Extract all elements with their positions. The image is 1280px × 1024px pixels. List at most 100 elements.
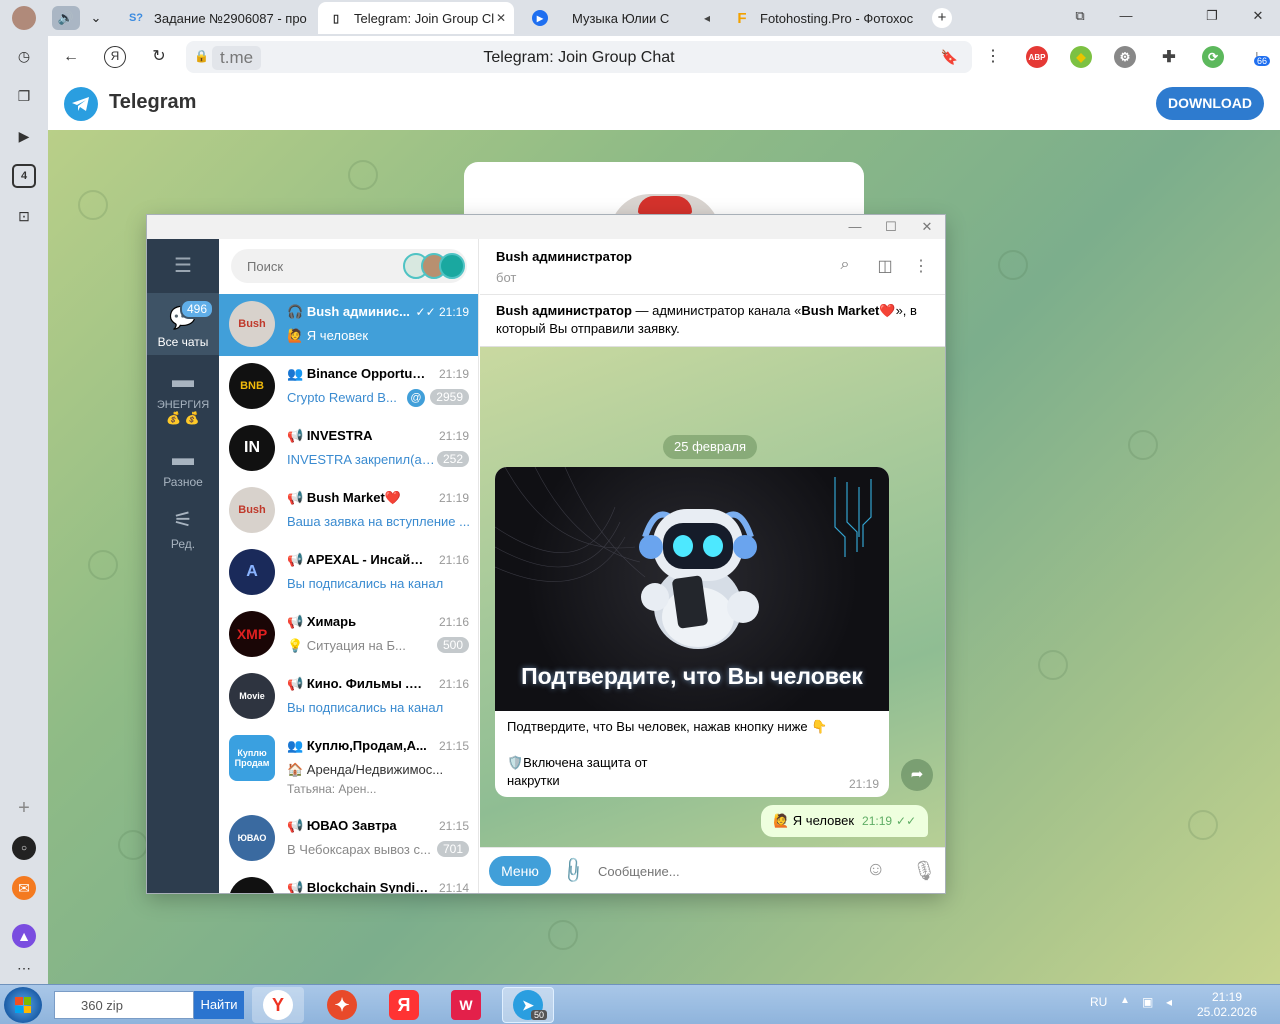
chat-time: 21:19 <box>438 367 469 381</box>
chat-title: Bush администратор <box>496 249 632 264</box>
media-icon[interactable]: ▶ <box>12 124 36 148</box>
assistant-icon[interactable]: ▲ <box>12 924 36 948</box>
tray-clock[interactable]: 21:19 25.02.2026 <box>1196 990 1258 1020</box>
tg-web-header: Telegram DOWNLOAD <box>48 78 1280 130</box>
network-icon[interactable]: ▣ <box>1142 995 1153 1009</box>
collections-icon[interactable]: ❐ <box>12 84 36 108</box>
folder-icon: ▬ <box>172 445 194 470</box>
chat-row[interactable]: ЮВАО 📢 ЮВАО Завтра 21:15 В Чебоксарах вы… <box>219 808 478 870</box>
chat-preview: INVESTRA закрепил(а)... <box>287 452 435 467</box>
robot-image[interactable]: Подтвердите, что Вы человек <box>495 467 889 711</box>
tab-zadanie[interactable]: S? Задание №2906087 - про <box>118 2 316 34</box>
restore-icon[interactable]: ❐ <box>1202 8 1222 28</box>
close-icon[interactable]: ✕ <box>915 217 939 237</box>
add-icon[interactable]: + <box>12 796 36 820</box>
chat-list: Bush 🎧 Bush админис... ✓✓ 21:19 🙋 Я чело… <box>219 239 479 893</box>
chat-row[interactable]: A 📢 APEXAL - Инсайдер 21:16 Вы подписали… <box>219 542 478 604</box>
tab-label: Задание №2906087 - про <box>154 10 307 26</box>
screenshot-icon[interactable]: ⊡ <box>12 204 36 228</box>
tabs-dropdown[interactable]: ⌄ <box>82 6 110 30</box>
chat-row[interactable]: IN 📢 INVESTRA 21:19 INVESTRA закрепил(а)… <box>219 418 478 480</box>
menu-kebab-icon[interactable]: ⋮ <box>982 46 1004 68</box>
reload-icon[interactable]: ↻ <box>148 46 170 68</box>
chat-time: 21:15 <box>438 739 469 753</box>
volume-icon[interactable]: ◂ <box>1166 995 1172 1009</box>
chat-time: 21:16 <box>438 677 469 691</box>
chat-row[interactable]: XMP 📢 Химарь 21:16 💡 Ситуация на Б... 50… <box>219 604 478 666</box>
taskbar-search-button[interactable]: Найти <box>194 991 244 1019</box>
address-bar[interactable]: 🔒 t.me Telegram: Join Group Chat 🔖 <box>186 41 972 73</box>
tab-telegram[interactable]: ▯ Telegram: Join Group Cl ✕ <box>318 2 514 34</box>
microphone-icon[interactable]: 🎙 <box>912 859 936 883</box>
more-icon[interactable]: ⋮ <box>910 256 932 278</box>
sound-toggle[interactable]: 🔊 <box>52 6 80 30</box>
search-icon[interactable]: ⌕ <box>834 256 856 278</box>
alice-icon[interactable]: ○ <box>12 836 36 860</box>
chat-header[interactable]: Bush администратор бот ⌕ ◫ ⋮ <box>480 239 945 295</box>
counter-icon[interactable]: 4 <box>12 164 36 188</box>
download-button[interactable]: DOWNLOAD <box>1156 87 1264 120</box>
chat-row[interactable]: Bush 🎧 Bush админис... ✓✓ 21:19 🙋 Я чело… <box>219 294 478 356</box>
extension-sync-icon[interactable]: ⟳ <box>1202 46 1224 68</box>
close-window-icon[interactable]: ✕ <box>1248 8 1268 28</box>
doodle-pattern <box>348 160 378 190</box>
tab-manager-icon[interactable]: ⧉ <box>1070 8 1090 28</box>
emoji-icon[interactable]: ☺ <box>866 859 885 881</box>
tab-label: Музыка Юлии С <box>572 10 670 26</box>
tab-fotohosting[interactable]: F Fotohosting.Pro - Фотохос <box>724 2 914 34</box>
language-indicator[interactable]: RU <box>1090 995 1107 1009</box>
wildberries-taskbar-icon[interactable]: W <box>440 987 492 1023</box>
yandex-icon[interactable]: Я <box>104 46 126 68</box>
bird-app-taskbar-icon[interactable]: ✦ <box>316 987 368 1023</box>
tab-bar: 🔊 ⌄ S? Задание №2906087 - про ▯ Telegram… <box>48 0 1280 36</box>
message-input[interactable] <box>598 858 848 884</box>
folder-misc[interactable]: ▬ Разное <box>147 445 219 489</box>
page-icon: ▯ <box>332 12 340 25</box>
folder-energy[interactable]: ▬ ЭНЕРГИЯ 💰 💰 <box>147 367 219 425</box>
forward-icon[interactable]: ➦ <box>901 759 933 791</box>
chat-pane: Bush администратор бот ⌕ ◫ ⋮ Bush админи… <box>480 239 945 893</box>
profile-avatar[interactable] <box>12 6 36 30</box>
yandex-taskbar-icon[interactable]: Я <box>378 987 430 1023</box>
chat-preview: В Чебоксарах вывоз с... <box>287 842 431 857</box>
tab-music[interactable]: ▶ Музыка Юлии С ◂ <box>522 2 718 34</box>
minimize-icon[interactable]: — <box>1116 8 1136 28</box>
close-tab-icon[interactable]: ✕ <box>496 11 506 25</box>
extension-green-icon[interactable]: ◆ <box>1070 46 1092 68</box>
bookmark-icon[interactable]: 🔖 <box>941 49 958 66</box>
chat-row[interactable]: BS 📢 Blockchain Syndic... 21:14 <box>219 870 478 893</box>
minimize-icon[interactable]: — <box>843 217 867 237</box>
history-icon[interactable]: ◷ <box>12 44 36 68</box>
chat-avatar: A <box>229 549 275 595</box>
chat-row[interactable]: BNB 👥 Binance Opportun... 21:19 Crypto R… <box>219 356 478 418</box>
maximize-icon[interactable]: ☐ <box>879 217 903 237</box>
doodle-pattern <box>88 550 118 580</box>
mute-icon[interactable]: ◂ <box>704 11 710 25</box>
start-button[interactable] <box>4 987 42 1023</box>
telegram-taskbar-icon[interactable]: ➤ 50 <box>502 987 554 1023</box>
folder-all-chats[interactable]: 💬 496 Все чаты <box>147 293 219 355</box>
extension-gear-icon[interactable]: ⚙ <box>1114 46 1136 68</box>
new-tab-icon[interactable]: + <box>932 8 952 28</box>
mail-icon[interactable]: ✉ <box>12 876 36 900</box>
chat-name: 📢 APEXAL - Инсайдер <box>287 552 429 567</box>
hamburger-menu-icon[interactable]: ☰ <box>147 253 219 278</box>
sidebar-toggle-icon[interactable]: ◫ <box>874 256 896 278</box>
outgoing-message: 🙋 Я человек 21:19 ✓✓ <box>761 805 929 837</box>
story-avatar[interactable] <box>439 253 465 279</box>
more-icon[interactable]: ⋯ <box>12 956 36 980</box>
extensions-puzzle-icon[interactable]: ✚ <box>1158 46 1180 68</box>
back-icon[interactable]: ← <box>60 46 82 68</box>
adblock-icon[interactable]: ABP <box>1026 46 1048 68</box>
chat-preview: Crypto Reward B... <box>287 390 397 405</box>
tray-expand-icon[interactable]: ▲ <box>1120 995 1130 1006</box>
bot-menu-button[interactable]: Меню <box>489 856 551 886</box>
taskbar-search-input[interactable] <box>54 991 194 1019</box>
chat-row[interactable]: Bush 📢 Bush Market❤️ 21:19 Ваша заявка н… <box>219 480 478 542</box>
chat-row[interactable]: Movie 📢 Кино. Фильмы .С... 21:16 Вы подп… <box>219 666 478 728</box>
attach-icon[interactable]: 📎 <box>558 855 589 886</box>
yandex-browser-taskbar-icon[interactable]: Y <box>252 987 304 1023</box>
read-receipt-icon: ✓✓ <box>896 814 917 828</box>
chat-row[interactable]: Куплю Продам 👥 Куплю,Продам,А... 21:15 🏠… <box>219 728 478 800</box>
folder-edit[interactable]: ⚟ Ред. <box>147 507 219 551</box>
